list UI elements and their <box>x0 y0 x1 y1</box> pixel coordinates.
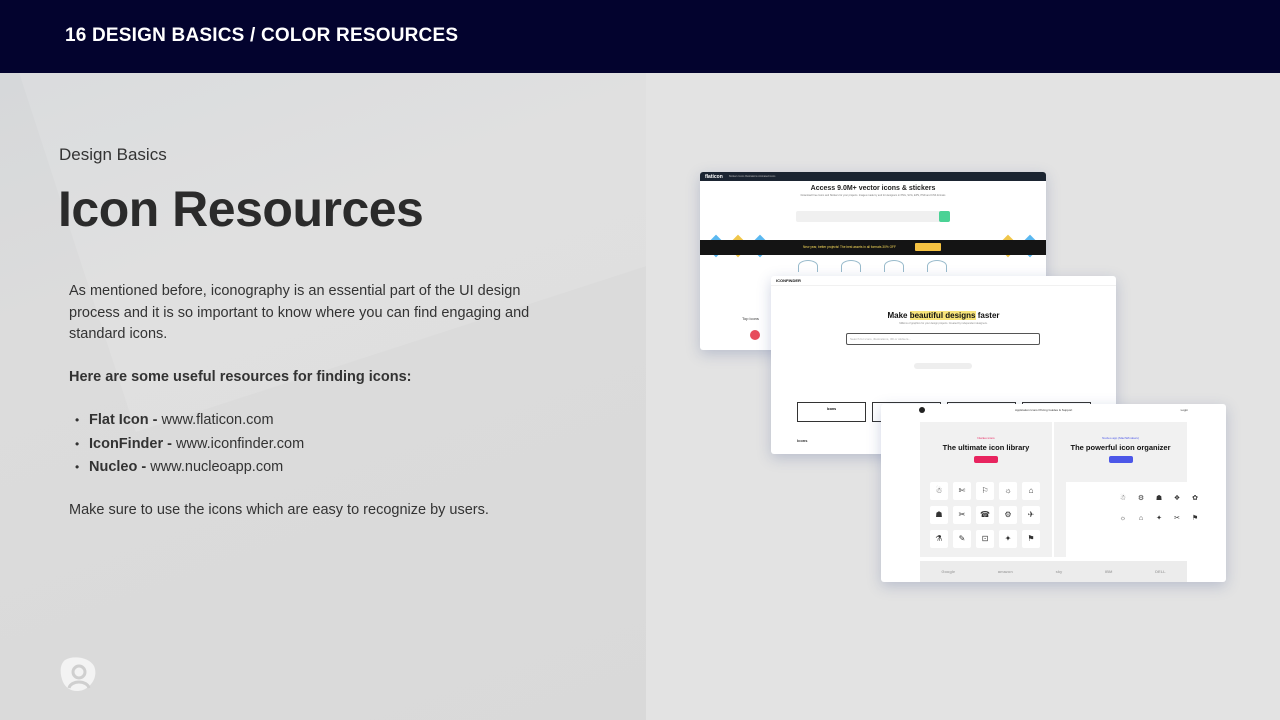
grid-icon: ✎ <box>953 530 971 548</box>
flaticon-heading: Access 9.0M+ vector icons & stickers <box>810 185 936 192</box>
iconfinder-subheading: Millions of graphics for your design pro… <box>899 322 988 325</box>
iconfinder-heading: Make beautiful designs faster <box>771 311 1116 320</box>
intro-paragraph: As mentioned before, iconography is an e… <box>69 283 530 342</box>
grid-icon: ☃ <box>1116 492 1130 506</box>
flaticon-banner: New year, better projects! The best asse… <box>700 240 1046 255</box>
heading-highlight: beautiful designs <box>909 311 976 320</box>
category-icon <box>927 260 947 272</box>
nucleo-login: Login <box>1180 408 1188 412</box>
grid-icon: ⚐ <box>976 482 994 500</box>
client-logo: Google <box>941 569 956 574</box>
iconfinder-logo: ICONFINDER <box>776 278 801 283</box>
resource-url[interactable]: www.iconfinder.com <box>176 436 304 452</box>
grid-icon: ✂ <box>1170 512 1184 526</box>
category-icon <box>884 260 904 272</box>
grid-icon: ✦ <box>1152 512 1166 526</box>
resource-name: Nucleo - <box>89 459 147 475</box>
grid-icon: ✿ <box>1188 492 1202 506</box>
app-heading: The powerful icon organizer <box>1070 443 1171 452</box>
flaticon-search-bar <box>796 211 950 222</box>
nucleo-library-panel: Nucleo icons The ultimate icon library ☃… <box>920 422 1052 557</box>
grid-icon: ☗ <box>930 506 948 524</box>
bullet-icon: • <box>75 436 80 451</box>
resource-name: IconFinder - <box>89 435 172 452</box>
closing-paragraph: Make sure to use the icons which are eas… <box>69 501 489 518</box>
iconfinder-nav: ICONFINDER <box>771 276 1116 286</box>
flaticon-nav: flaticon Stickers Icons Illustrations An… <box>700 172 1046 181</box>
grid-icon: ⌂ <box>1022 482 1040 500</box>
download-button <box>1108 456 1133 463</box>
flaticon-nav-links: Stickers Icons Illustrations Animated ic… <box>728 175 776 178</box>
slide-body: As mentioned before, iconography is an e… <box>69 281 559 542</box>
slide-eyebrow: Design Basics <box>59 145 167 164</box>
category-icon <box>841 260 861 272</box>
client-logo: DELL <box>1155 569 1166 574</box>
sample-icon <box>750 330 760 340</box>
grid-icon: ❖ <box>1170 492 1184 506</box>
library-tag: Nucleo icons <box>977 436 995 440</box>
grid-icon: ⚑ <box>1188 512 1202 526</box>
app-tag: Nucleo app (Mac/Windows) <box>1102 436 1139 440</box>
banner-button <box>915 243 941 251</box>
grid-icon: ✦ <box>999 530 1017 548</box>
iconfinder-category-box: Icons <box>797 402 866 422</box>
slide-headline: Icon Resources <box>58 181 424 237</box>
nucleo-nav: Application Icons Pricing Guides & Suppo… <box>881 404 1226 416</box>
grid-icon: ⚙ <box>1134 492 1148 506</box>
flaticon-section-title: Top icons <box>742 316 759 321</box>
flaticon-logo: flaticon <box>705 173 723 180</box>
iconfinder-search-bar: Search for icons, illustrations, 3D or s… <box>846 333 1040 345</box>
resource-name: Flat Icon - <box>89 412 158 428</box>
brand-logo-icon <box>60 657 96 692</box>
grid-icon: ☼ <box>1116 512 1130 526</box>
nucleo-screenshot: Application Icons Pricing Guides & Suppo… <box>881 404 1226 582</box>
grid-icon: ✈ <box>1022 506 1040 524</box>
list-item: • IconFinder - www.iconfinder.com <box>69 433 559 457</box>
banner-text: New year, better projects! The best asse… <box>803 245 896 249</box>
nucleo-nav-links: Application Icons Pricing Guides & Suppo… <box>1015 408 1073 412</box>
client-logos: Google amazon sky IBM DELL <box>920 561 1187 582</box>
grid-icon: ⌂ <box>1134 512 1148 526</box>
library-heading: The ultimate icon library <box>942 443 1030 452</box>
resources-lead: Here are some useful resources for findi… <box>69 368 412 385</box>
bullet-icon: • <box>75 460 80 474</box>
grid-icon: ✄ <box>953 482 971 500</box>
iconfinder-pill <box>914 363 972 369</box>
grid-icon: ⚑ <box>1022 530 1040 548</box>
search-icon <box>939 211 950 222</box>
view-icons-button <box>974 456 998 463</box>
heading-text: Make <box>887 311 910 320</box>
app-preview: ☃ ⚙ ☗ ❖ ✿ ☼ ⌂ ✦ ✂ ⚑ <box>1066 482 1202 557</box>
resource-url[interactable]: www.nucleoapp.com <box>150 459 283 475</box>
client-logo: amazon <box>997 569 1013 574</box>
grid-icon: ☎ <box>976 506 994 524</box>
heading-text: faster <box>975 311 1000 320</box>
client-logo: sky <box>1055 569 1063 574</box>
client-logo: IBM <box>1105 569 1113 574</box>
grid-icon: ⊡ <box>976 530 994 548</box>
nucleo-app-panel: Nucleo app (Mac/Windows) The powerful ic… <box>1054 422 1202 557</box>
resource-list: • Flat Icon - www.flaticon.com • IconFin… <box>69 409 559 480</box>
grid-icon: ☼ <box>999 482 1017 500</box>
grid-icon: ✂ <box>953 506 971 524</box>
iconfinder-footer: Icons <box>797 438 808 443</box>
category-icon <box>798 260 818 272</box>
list-item: • Nucleo - www.nucleoapp.com <box>69 456 559 480</box>
grid-icon: ⚙ <box>999 506 1017 524</box>
grid-icon: ☗ <box>1152 492 1166 506</box>
nucleo-logo-icon <box>919 407 925 413</box>
slide-header: 16 DESIGN BASICS / COLOR RESOURCES <box>0 0 1280 73</box>
grid-icon: ⚗ <box>930 530 948 548</box>
app-icon-grid: ☃ ⚙ ☗ ❖ ✿ ☼ ⌂ ✦ ✂ ⚑ <box>1116 492 1206 532</box>
list-item: • Flat Icon - www.flaticon.com <box>69 409 559 433</box>
flaticon-subheading: Download Free Icons and Stickers for you… <box>800 194 946 197</box>
header-title: 16 DESIGN BASICS / COLOR RESOURCES <box>65 25 459 46</box>
grid-icon: ☃ <box>930 482 948 500</box>
search-placeholder: Search for icons, illustrations, 3D or s… <box>850 337 911 341</box>
icon-grid: ☃ ✄ ⚐ ☼ ⌂ ☗ ✂ ☎ ⚙ ✈ ⚗ ✎ ⊡ ✦ ⚑ <box>930 482 1045 554</box>
bullet-icon: • <box>75 413 80 427</box>
resource-url[interactable]: www.flaticon.com <box>162 412 274 428</box>
